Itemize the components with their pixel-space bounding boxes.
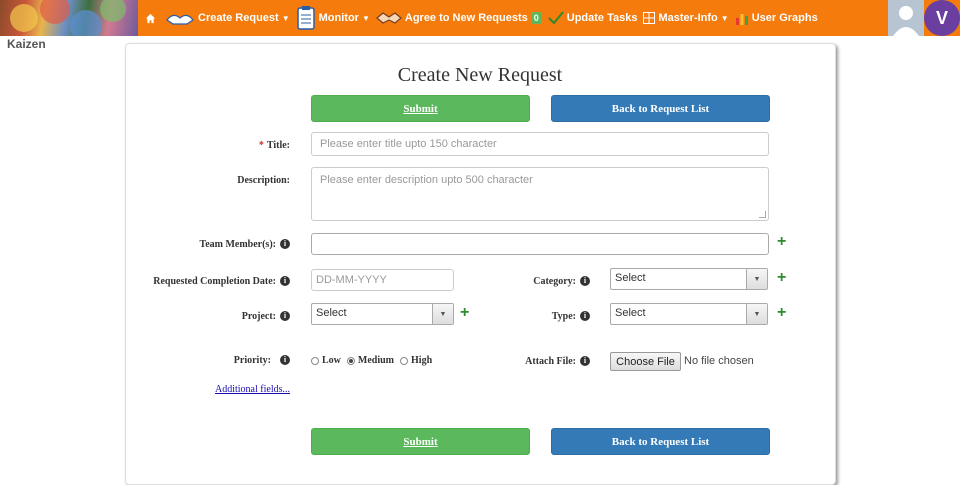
project-select[interactable]: Select ▼ xyxy=(311,303,454,325)
pending-count-badge: 0 xyxy=(530,12,542,24)
team-members-label-text: Team Member(s): xyxy=(199,238,276,250)
category-label-text: Category: xyxy=(533,275,576,287)
dropdown-arrow-icon: ▼ xyxy=(432,304,453,324)
title-label-text: Title: xyxy=(266,139,290,151)
priority-high-label[interactable]: High xyxy=(411,355,432,366)
description-textarea[interactable]: Please enter description upto 500 charac… xyxy=(311,167,769,221)
top-navbar: Create Request ▼ Monitor ▼ Agree to New Re… xyxy=(0,0,960,36)
info-icon[interactable]: i xyxy=(280,276,290,286)
submit-button-bottom[interactable]: Submit xyxy=(311,428,530,455)
add-project-plus-icon[interactable]: + xyxy=(460,305,469,321)
description-label-text: Description: xyxy=(237,174,290,186)
priority-low-label[interactable]: Low xyxy=(322,355,341,366)
category-label: Category: i xyxy=(480,274,590,288)
priority-low-radio[interactable] xyxy=(311,356,319,365)
info-icon[interactable]: i xyxy=(580,276,590,286)
file-status-text: No file chosen xyxy=(684,355,754,367)
nav-update-tasks-label: Update Tasks xyxy=(566,12,638,24)
brand-name: Kaizen xyxy=(7,37,46,51)
page-title: Create New Request xyxy=(397,64,563,86)
submit-button-label: Submit xyxy=(403,102,438,115)
priority-high-radio[interactable] xyxy=(400,356,409,365)
additional-fields-link[interactable]: Additional fields... xyxy=(215,384,290,395)
dropdown-arrow-icon: ▼ xyxy=(746,304,767,324)
nav-master-info[interactable]: Master-Info ▼ xyxy=(643,12,729,24)
nav-create-request-label: Create Request xyxy=(198,12,279,24)
completion-date-placeholder: DD-MM-YYYY xyxy=(316,274,387,286)
type-label: Type: i xyxy=(480,309,590,323)
priority-medium-radio[interactable] xyxy=(346,356,355,365)
back-button-label: Back to Request List xyxy=(611,435,710,448)
category-select[interactable]: Select ▼ xyxy=(610,268,768,290)
app-logo[interactable] xyxy=(0,0,138,36)
completion-date-label-text: Requested Completion Date: xyxy=(153,275,276,287)
category-select-value: Select xyxy=(615,272,646,284)
team-members-label: Team Member(s): i xyxy=(140,237,290,251)
type-label-text: Type: xyxy=(551,310,576,322)
title-placeholder: Please enter title upto 150 character xyxy=(320,138,497,150)
handshake-request-icon xyxy=(166,14,194,25)
attach-file-label-text: Attach File: xyxy=(525,355,576,367)
project-select-value: Select xyxy=(316,307,347,319)
info-icon[interactable]: i xyxy=(280,311,290,321)
main-nav: Create Request ▼ Monitor ▼ Agree to New Re… xyxy=(145,0,824,36)
user-photo-avatar[interactable] xyxy=(888,0,924,36)
nav-update-tasks[interactable]: Update Tasks xyxy=(548,11,638,25)
user-silhouette-icon xyxy=(893,6,919,36)
nav-user-graphs-label: User Graphs xyxy=(751,12,818,24)
required-asterisk: * xyxy=(258,139,264,151)
project-label-text: Project: xyxy=(241,310,276,322)
clipboard-icon xyxy=(296,6,315,30)
type-select-value: Select xyxy=(615,307,646,319)
checkmark-icon xyxy=(548,11,564,25)
info-icon[interactable]: i xyxy=(280,239,290,249)
submit-button-label: Submit xyxy=(403,435,438,448)
caret-down-icon: ▼ xyxy=(720,13,729,23)
back-to-list-button-bottom[interactable]: Back to Request List xyxy=(551,428,770,455)
team-members-input[interactable] xyxy=(311,233,769,255)
nav-monitor-label: Monitor xyxy=(318,12,359,24)
title-input[interactable]: Please enter title upto 150 character xyxy=(311,132,769,156)
dropdown-arrow-icon: ▼ xyxy=(746,269,767,289)
add-team-member-plus-icon[interactable]: + xyxy=(777,234,786,250)
description-label: Description: xyxy=(140,173,290,187)
handshake-icon xyxy=(375,12,402,24)
choose-file-label: Choose File xyxy=(616,355,675,368)
user-initial-avatar[interactable]: V xyxy=(924,0,960,36)
submit-button-top[interactable]: Submit xyxy=(311,95,530,122)
nav-user-graphs[interactable]: User Graphs xyxy=(735,11,818,25)
add-type-plus-icon[interactable]: + xyxy=(777,305,786,321)
type-select[interactable]: Select ▼ xyxy=(610,303,768,325)
resize-handle-icon[interactable] xyxy=(759,211,766,218)
grid-icon xyxy=(643,12,656,24)
attach-file-label: Attach File: i xyxy=(480,354,590,368)
completion-date-input[interactable]: DD-MM-YYYY xyxy=(311,269,454,291)
home-icon[interactable] xyxy=(145,13,159,24)
back-to-list-button-top[interactable]: Back to Request List xyxy=(551,95,770,122)
add-category-plus-icon[interactable]: + xyxy=(777,270,786,286)
info-icon[interactable]: i xyxy=(580,356,590,366)
project-label: Project: i xyxy=(140,309,290,323)
nav-agree-requests-label: Agree to New Requests xyxy=(404,12,528,24)
title-label: * Title: xyxy=(140,138,290,152)
info-icon[interactable]: i xyxy=(280,355,290,365)
description-placeholder: Please enter description upto 500 charac… xyxy=(320,174,533,186)
caret-down-icon: ▼ xyxy=(281,13,290,23)
choose-file-button[interactable]: Choose File xyxy=(610,352,681,371)
priority-radio-group: Low Medium High xyxy=(311,355,438,366)
info-icon[interactable]: i xyxy=(580,311,590,321)
bar-chart-icon xyxy=(735,14,748,25)
nav-agree-requests[interactable]: Agree to New Requests 0 xyxy=(375,10,542,26)
priority-medium-label[interactable]: Medium xyxy=(358,355,394,366)
nav-create-request[interactable]: Create Request ▼ xyxy=(165,10,290,26)
completion-date-label: Requested Completion Date: i xyxy=(140,274,290,288)
nav-monitor[interactable]: Monitor ▼ xyxy=(296,5,370,31)
priority-label-text: Priority: xyxy=(233,354,271,366)
caret-down-icon: ▼ xyxy=(361,13,370,23)
back-button-label: Back to Request List xyxy=(611,102,710,115)
priority-label: Priority: i xyxy=(140,353,290,367)
nav-master-info-label: Master-Info xyxy=(658,12,718,24)
